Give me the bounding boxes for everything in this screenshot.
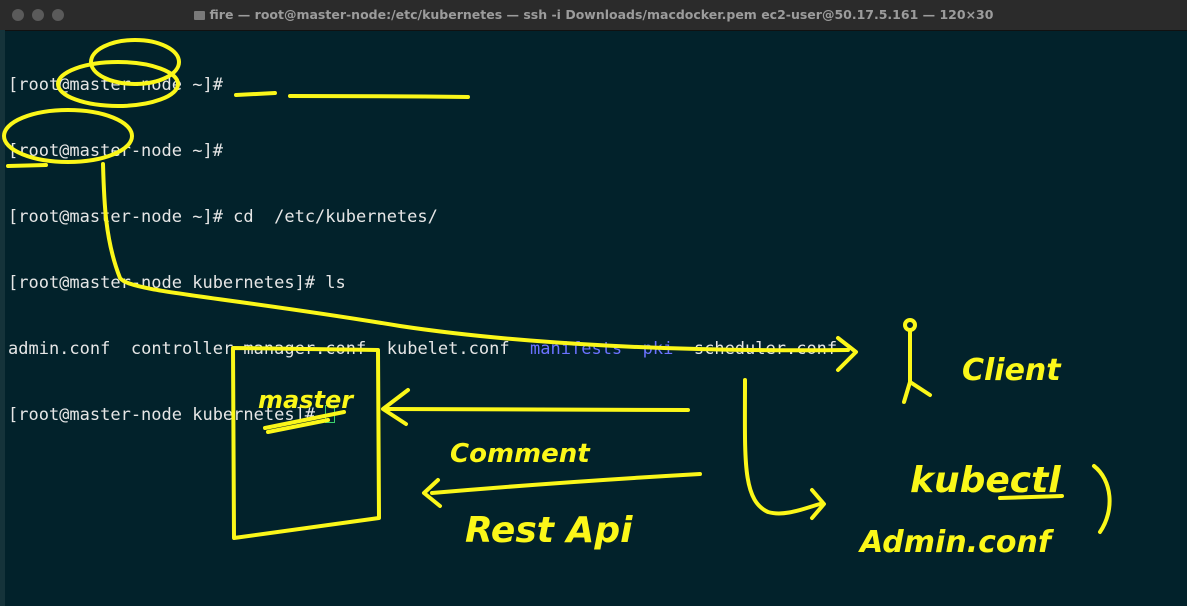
handwritten-annotations: Client master Comment Rest Api kubectl A… [2, 38, 1112, 560]
annotation-underline [6, 163, 48, 168]
arrow-head [381, 388, 410, 426]
client-figure-body [902, 328, 932, 404]
annotation-circle [2, 108, 134, 164]
annotation-rest-api: Rest Api [465, 510, 633, 551]
annotation-arrow [386, 407, 690, 412]
annotation-connector [742, 378, 822, 516]
annotation-bracket [1092, 464, 1112, 534]
master-box [231, 346, 381, 540]
annotation-underline [234, 91, 277, 97]
annotation-connector [101, 162, 850, 353]
annotation-client: Client [962, 353, 1062, 388]
annotation-comment: Comment [450, 439, 591, 469]
annotation-master: master [258, 386, 355, 414]
annotation-underline [288, 94, 470, 99]
annotation-underline [998, 494, 1064, 500]
annotation-admin-conf: Admin.conf [858, 525, 1055, 560]
annotation-arrow [430, 472, 702, 495]
terminal-window: fire — root@master-node:/etc/kubernetes … [0, 0, 1187, 606]
arrow-head [836, 336, 858, 372]
